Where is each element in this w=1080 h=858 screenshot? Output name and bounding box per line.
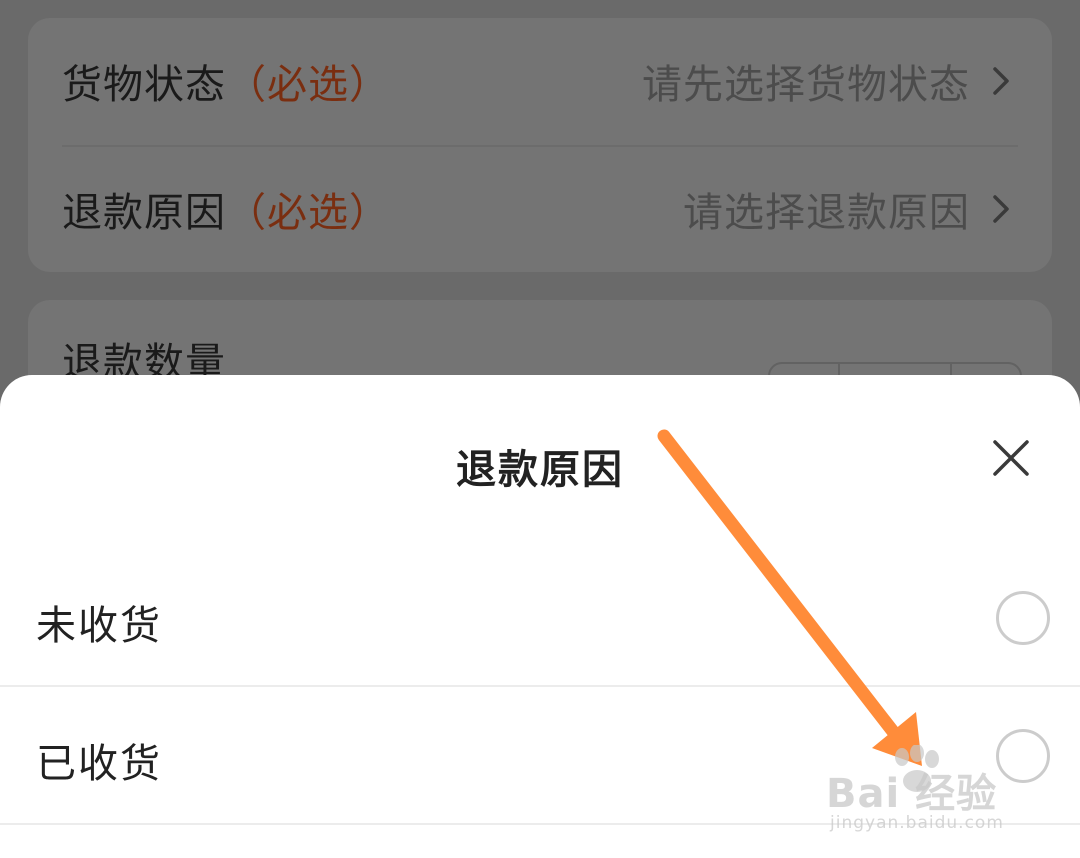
refund-form-card: 货物状态（必选） 请先选择货物状态 退款原因（必选） 请选择退款原因 xyxy=(28,18,1052,272)
sheet-title: 退款原因 xyxy=(456,447,624,493)
radio-icon[interactable] xyxy=(996,591,1050,645)
goods-status-row[interactable]: 货物状态（必选） 请先选择货物状态 xyxy=(62,18,1016,144)
close-icon[interactable] xyxy=(986,433,1036,483)
required-tag: （必选） xyxy=(226,62,390,108)
refund-reason-placeholder: 请选择退款原因 xyxy=(683,190,970,236)
option-not-received[interactable]: 未收货 xyxy=(0,549,1080,685)
goods-status-placeholder: 请先选择货物状态 xyxy=(642,62,970,108)
option-label: 未收货 xyxy=(36,603,162,649)
refund-reason-row[interactable]: 退款原因（必选） 请选择退款原因 xyxy=(62,146,1016,272)
goods-status-label: 货物状态（必选） xyxy=(62,62,390,108)
chevron-right-icon xyxy=(993,195,1009,223)
option-label: 已收货 xyxy=(36,741,162,787)
watermark-url: jingyan.baidu.com xyxy=(830,813,1004,833)
required-tag: （必选） xyxy=(226,190,390,236)
baidu-watermark: Bai 经验 jingyan.baidu.com xyxy=(826,745,1036,840)
chevron-right-icon xyxy=(993,67,1009,95)
refund-reason-label: 退款原因（必选） xyxy=(62,190,390,236)
watermark-brand: Bai 经验 xyxy=(826,771,998,817)
